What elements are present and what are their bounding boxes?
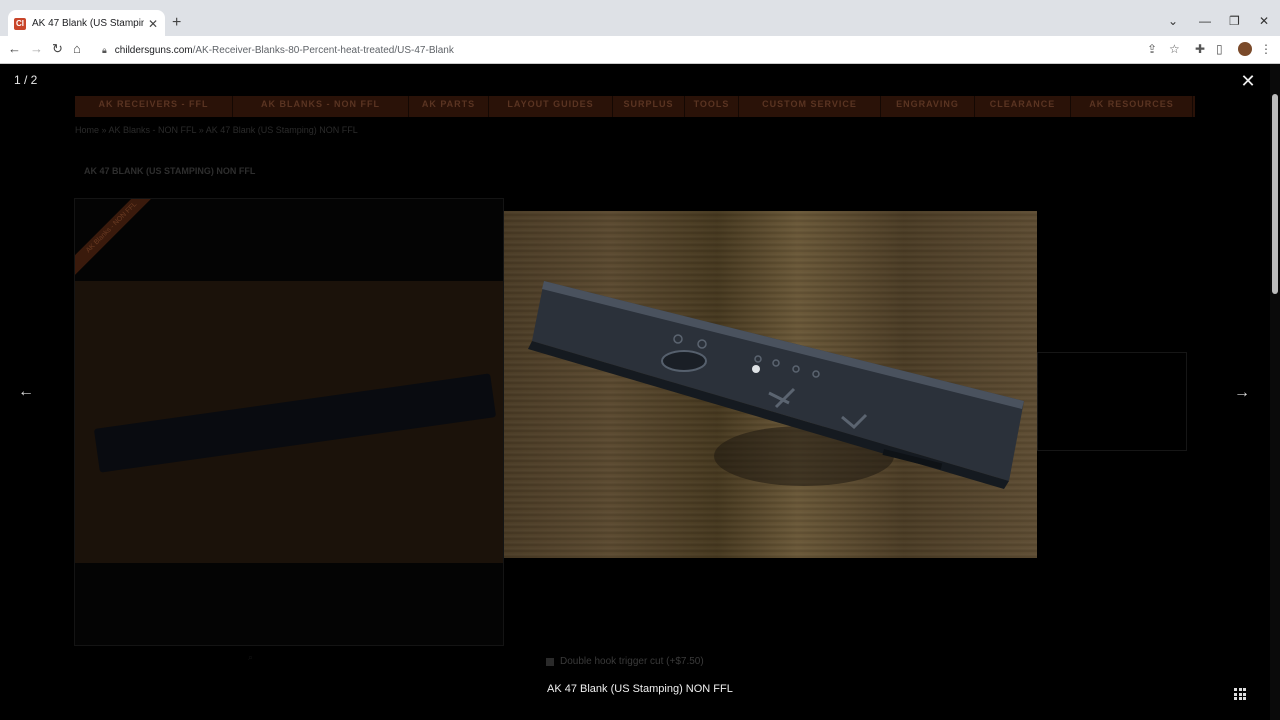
lightbox-prev-arrow-icon[interactable]: ← [18,383,34,401]
url-domain: childersguns.com [114,44,193,56]
menu-item: TOOLS [685,96,739,117]
scrollbar-thumb[interactable] [1272,94,1278,294]
browser-toolbar: ← → ↻ ⌂ 🔒︎ childersguns.com/AK-Receiver-… [0,36,1280,64]
lightbox-image[interactable] [504,211,1037,558]
option-checkbox [546,657,554,666]
forward-icon[interactable]: → [30,41,43,56]
url-path: /AK-Receiver-Blanks-80-Percent-heat-trea… [192,44,454,56]
lightbox-next-arrow-icon[interactable]: → [1234,384,1250,402]
browser-menu-icon[interactable]: ⋮ [1260,42,1272,56]
tab-close-icon[interactable]: ✕ [148,17,158,31]
menu-item: AK BLANKS - NON FFL [233,96,409,117]
breadcrumb: Home » AK Blanks - NON FFL » AK 47 Blank… [75,125,358,135]
extensions-icon[interactable]: ✚ [1195,42,1205,56]
browser-tab-bar: CI AK 47 Blank (US Stamping) NON FFL ✕ +… [0,0,1280,37]
product-title: AK 47 BLANK (US STAMPING) NON FFL [84,166,256,176]
option-double-hook: Double hook trigger cut (+$7.50) [546,656,704,667]
home-icon[interactable]: ⌂ [73,41,81,56]
new-tab-icon[interactable]: + [172,14,181,32]
thumbnail-grid-icon[interactable] [1234,688,1246,700]
window-close-icon[interactable]: ✕ [1259,14,1269,28]
side-panel-icon[interactable]: ▯ [1216,42,1223,56]
product-thumbnail [75,281,503,563]
product-image-frame: AK Blanks - NON FFL [74,198,504,646]
menu-item: CUSTOM SERVICE [739,96,881,117]
site-main-menu: AK RECEIVERS - FFL AK BLANKS - NON FFL AK … [75,96,1195,117]
back-icon[interactable]: ← [8,41,21,56]
profile-avatar[interactable] [1238,42,1252,56]
side-info-box [1037,352,1187,451]
lightbox-caption: AK 47 Blank (US Stamping) NON FFL [547,683,733,695]
reload-icon[interactable]: ↻ [52,41,63,57]
tab-search-icon[interactable]: ⌄ [1168,14,1178,28]
site-favicon-icon: CI [14,17,26,30]
lightbox-counter: 1 / 2 [14,73,38,87]
menu-item: SURPLUS [613,96,685,117]
menu-item: LAYOUT GUIDES [489,96,613,117]
browser-tab[interactable]: CI AK 47 Blank (US Stamping) NON FFL ✕ [8,10,165,37]
menu-item: AK RESOURCES [1071,96,1193,117]
option-label: Double hook trigger cut (+$7.50) [560,656,704,667]
receiver-blank-shape [93,373,497,473]
lightbox-close-icon[interactable]: ✕ [1240,72,1256,90]
restore-icon[interactable]: ❐ [1229,14,1240,28]
category-ribbon: AK Blanks - NON FFL [75,199,163,279]
share-icon[interactable]: ⇪ [1147,42,1157,56]
lock-icon: 🔒︎ [102,44,107,55]
menu-item: ENGRAVING [881,96,975,117]
zoom-hint-icon: ⌕ [248,652,254,662]
address-bar[interactable]: 🔒︎ childersguns.com/AK-Receiver-Blanks-8… [92,39,1192,61]
menu-item: CLEARANCE [975,96,1071,117]
page-scrollbar[interactable] [1270,64,1280,720]
tab-title: AK 47 Blank (US Stamping) NON FFL [32,18,144,29]
bookmark-star-icon[interactable]: ☆ [1169,42,1180,56]
receiver-blank-photo [528,281,1024,489]
menu-item: AK RECEIVERS - FFL [75,96,233,117]
minimize-icon[interactable]: — [1199,14,1211,28]
menu-item: AK PARTS [409,96,489,117]
